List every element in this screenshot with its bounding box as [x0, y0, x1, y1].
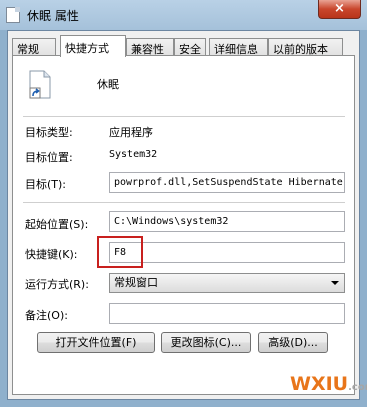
watermark: WXIU.com: [290, 373, 367, 395]
watermark-brand: WXIU: [290, 373, 349, 395]
separator: [23, 116, 345, 117]
shortcut-file-icon: [6, 7, 20, 23]
tab-general[interactable]: 常规: [12, 38, 56, 56]
comment-field[interactable]: [109, 303, 345, 324]
shortcut-key-label: 快捷键(K):: [25, 248, 78, 261]
tab-compatibility[interactable]: 兼容性: [126, 38, 174, 56]
tab-shortcut[interactable]: 快捷方式: [60, 35, 126, 57]
change-icon-button[interactable]: 更改图标(C)...: [161, 332, 251, 353]
shortcut-page: 休眠 目标类型: 应用程序 目标位置: System32 目标(T): powr…: [12, 55, 355, 395]
target-type-value: 应用程序: [109, 126, 153, 139]
run-select-value: 常规窗口: [114, 276, 158, 289]
watermark-domain: .com: [348, 382, 367, 393]
advanced-button[interactable]: 高级(D)...: [258, 332, 328, 353]
target-field[interactable]: powrprof.dll,SetSuspendState Hibernate: [109, 172, 345, 193]
shortcut-key-field[interactable]: F8: [109, 242, 345, 263]
target-type-label: 目标类型:: [25, 126, 73, 139]
close-button[interactable]: ×: [318, 0, 361, 19]
open-file-location-button[interactable]: 打开文件位置(F): [37, 332, 155, 353]
window-title: 休眠 属性: [27, 9, 79, 23]
shortcut-name: 休眠: [97, 78, 119, 91]
comment-label: 备注(O):: [25, 309, 68, 322]
target-location-value: System32: [109, 149, 158, 160]
shortcut-file-icon: [29, 70, 51, 99]
chevron-down-icon: [331, 281, 339, 285]
separator: [23, 202, 345, 203]
run-label: 运行方式(R):: [25, 278, 89, 291]
dialog-frame: 常规 快捷方式 兼容性 安全 详细信息 以前的版本 休眠 目标类型: 应用程序 …: [7, 30, 360, 400]
tab-details[interactable]: 详细信息: [209, 38, 268, 56]
target-location-label: 目标位置:: [25, 151, 73, 164]
title-bar[interactable]: 休眠 属性 ×: [0, 0, 367, 30]
start-in-label: 起始位置(S):: [25, 218, 89, 231]
run-select[interactable]: 常规窗口: [109, 273, 345, 293]
start-in-field[interactable]: C:\Windows\system32: [109, 211, 345, 232]
tab-security[interactable]: 安全: [174, 38, 206, 56]
highlight-box: [97, 236, 143, 268]
tab-previous-versions[interactable]: 以前的版本: [268, 38, 343, 56]
target-label: 目标(T):: [25, 178, 67, 191]
